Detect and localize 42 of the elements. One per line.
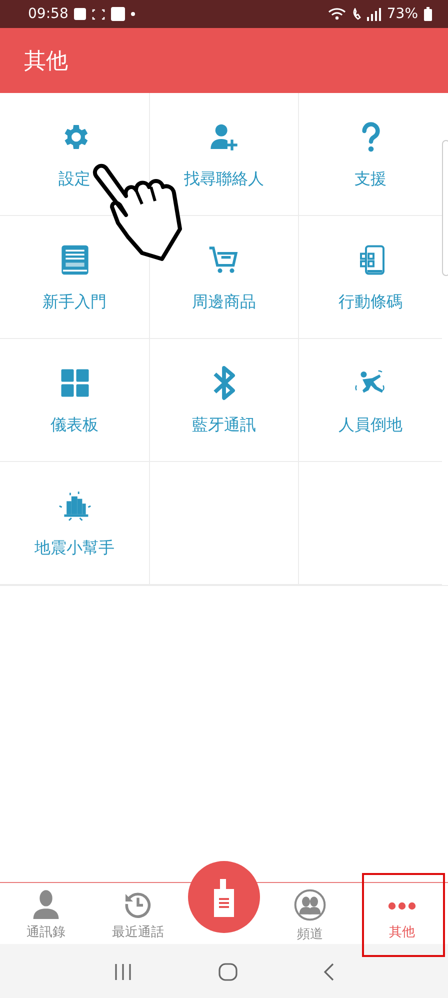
page-title: 其他 xyxy=(24,48,68,76)
group-icon xyxy=(294,889,326,921)
person-icon xyxy=(32,889,60,919)
tile-label: 儀表板 xyxy=(50,415,98,436)
tile-label: 人員倒地 xyxy=(338,415,402,436)
screenshot-icon xyxy=(92,8,106,20)
earthquake-buildings-icon xyxy=(56,490,92,522)
back-icon[interactable] xyxy=(323,962,336,980)
menu-tile[interactable]: 設定 xyxy=(0,93,150,216)
menu-tile[interactable]: 周邊商品 xyxy=(150,216,299,339)
home-icon[interactable] xyxy=(218,962,238,980)
wifi-icon xyxy=(328,8,346,20)
status-time: 09:58 xyxy=(28,6,68,22)
tile-label: 藍牙通訊 xyxy=(192,415,256,436)
recents-icon[interactable] xyxy=(112,962,133,980)
menu-tile[interactable]: 地震小幫手 xyxy=(0,462,150,585)
menu-tile[interactable]: 儀表板 xyxy=(0,339,150,462)
nav-tab[interactable]: 最近通話 xyxy=(92,883,184,944)
tile-label: 找尋聯絡人 xyxy=(184,169,264,190)
tile-label: 行動條碼 xyxy=(338,292,402,313)
tile-label: 周邊商品 xyxy=(192,292,256,313)
app-notification-icon xyxy=(74,8,86,20)
guide-book-icon xyxy=(60,244,90,276)
more-icon xyxy=(387,901,417,911)
tile-label: 新手入門 xyxy=(42,292,106,313)
tile-label: 支援 xyxy=(354,169,386,190)
dashboard-icon xyxy=(60,368,90,398)
app-notification-icon xyxy=(111,7,126,21)
cart-icon xyxy=(208,244,240,276)
battery-icon xyxy=(424,7,432,21)
battery-percent: 73% xyxy=(386,6,418,22)
phone-icon xyxy=(352,8,361,20)
nav-tab[interactable]: 通訊錄 xyxy=(0,883,92,944)
walkie-talkie-icon xyxy=(211,877,237,917)
nav-tab[interactable]: 其他 xyxy=(356,883,448,944)
nav-tab[interactable]: 頻道 xyxy=(264,883,356,944)
bluetooth-icon xyxy=(212,365,236,401)
signal-icon xyxy=(366,8,381,20)
menu-tile[interactable]: 藍牙通訊 xyxy=(150,339,299,462)
dot-icon xyxy=(131,12,136,16)
tile-label: 設定 xyxy=(58,169,90,190)
tile-label: 地震小幫手 xyxy=(34,538,114,559)
